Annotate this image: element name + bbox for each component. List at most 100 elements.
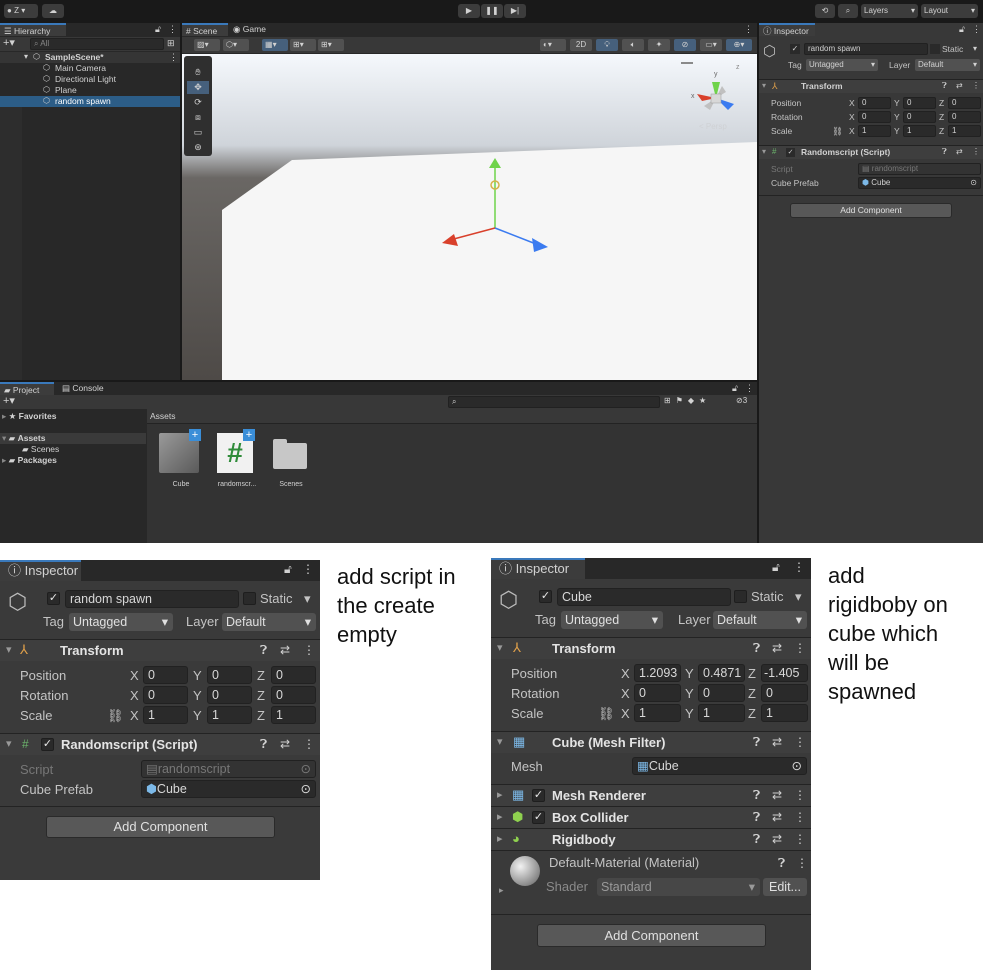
script-enabled-checkbox[interactable]: ✓ <box>786 148 795 157</box>
kebab-menu-icon[interactable]: ⋮ <box>744 24 753 35</box>
presets-icon[interactable]: ⇄ <box>772 788 782 802</box>
kebab-menu-icon[interactable]: ⋮ <box>794 788 806 802</box>
constrain-proportions-icon[interactable]: ⛓︎ <box>107 708 124 724</box>
kebab-menu-icon[interactable]: ⋮ <box>303 737 315 751</box>
hand-tool-icon[interactable]: ✋︎ <box>187 66 209 79</box>
scale-y-input[interactable]: 1 <box>903 125 936 137</box>
kebab-menu-icon[interactable]: ⋮ <box>302 562 314 576</box>
pivot-dropdown[interactable]: ⬡▾ <box>223 39 249 51</box>
gizmos-dropdown[interactable]: ⊕▾ <box>726 39 752 51</box>
toggle-2d-button[interactable]: 2D <box>570 39 592 51</box>
projection-label[interactable]: < Persp <box>699 122 727 131</box>
layer-dropdown[interactable]: Default ▾ <box>713 611 807 629</box>
scene-viewport[interactable]: y x z < Persp ✋︎ ✥ ⟳ ⧈ ▭ ⊛ <box>182 54 757 380</box>
edit-shader-button[interactable]: Edit... <box>763 878 807 896</box>
rotation-z-input[interactable]: 0 <box>948 111 981 123</box>
mesh-renderer-enabled-checkbox[interactable]: ✓ <box>532 789 545 802</box>
transform-header[interactable]: ▾ ⅄ Transform ❓︎ ⇄ ⋮ <box>0 639 320 661</box>
cube-prefab-field[interactable]: ⬢ Cube ⊙ <box>858 177 981 189</box>
presets-icon[interactable]: ⇄ <box>280 737 290 751</box>
collapsed-arrow-icon[interactable]: ▸ <box>499 885 504 896</box>
asset-item-randomscript[interactable]: # + randomscr... <box>213 429 261 493</box>
active-checkbox[interactable]: ✓ <box>790 44 800 54</box>
effects-dropdown[interactable]: ✦ <box>648 39 670 51</box>
position-z-input[interactable]: 0 <box>948 97 981 109</box>
tab-inspector[interactable]: ⓘ Inspector <box>491 558 585 579</box>
help-icon[interactable]: ❓︎ <box>260 643 267 658</box>
kebab-menu-icon[interactable]: ⋮ <box>972 81 980 90</box>
chevron-down-icon[interactable]: ▾ <box>795 589 802 605</box>
script-component-header[interactable]: ▾ # ✓ Randomscript (Script) ❓︎ ⇄ ⋮ <box>759 145 983 159</box>
transform-header[interactable]: ▾ ⅄ Transform ❓︎ ⇄ ⋮ <box>491 637 811 659</box>
active-checkbox[interactable]: ✓ <box>539 590 552 603</box>
scale-y-input[interactable]: 1 <box>207 706 252 724</box>
object-name-input[interactable]: random spawn <box>804 43 928 55</box>
position-z-input[interactable]: 0 <box>271 666 316 684</box>
lock-icon[interactable]: 🔓︎ <box>155 24 161 35</box>
add-component-button[interactable]: Add Component <box>537 924 766 947</box>
scale-z-input[interactable]: 1 <box>761 704 808 722</box>
scene-row[interactable]: ▾ ⬡ SampleScene* ⋮ <box>0 52 180 63</box>
scale-tool-icon[interactable]: ⧈ <box>187 111 209 124</box>
tag-dropdown[interactable]: Untagged ▾ <box>69 613 173 631</box>
presets-icon[interactable]: ⇄ <box>772 810 782 824</box>
hidden-packages-toggle[interactable]: ⊘3 <box>736 396 747 405</box>
kebab-menu-icon[interactable]: ⋮ <box>796 856 808 870</box>
kebab-menu-icon[interactable]: ⋮ <box>793 560 805 574</box>
add-component-button[interactable]: Add Component <box>46 816 275 838</box>
rotation-y-input[interactable]: 0 <box>698 684 745 702</box>
search-button[interactable]: ⌕ <box>838 4 858 18</box>
rotate-tool-icon[interactable]: ⟳ <box>187 96 209 109</box>
position-y-input[interactable]: 0 <box>207 666 252 684</box>
presets-icon[interactable]: ⇄ <box>772 832 782 846</box>
presets-icon[interactable]: ⇄ <box>956 81 963 90</box>
layout-dropdown[interactable]: Layout ▾ <box>921 4 978 18</box>
tree-item-favorites[interactable]: ▸ ★ Favorites <box>2 411 56 422</box>
layer-dropdown[interactable]: Default ▾ <box>915 59 980 71</box>
kebab-menu-icon[interactable]: ⋮ <box>794 641 806 655</box>
gizmo-menu-icon[interactable] <box>681 62 693 64</box>
constrain-proportions-icon[interactable]: ⛓︎ <box>832 126 843 137</box>
kebab-menu-icon[interactable]: ⋮ <box>794 735 806 749</box>
scale-x-input[interactable]: 1 <box>143 706 188 724</box>
tree-item-assets[interactable]: ▾ ▰ Assets <box>0 433 146 444</box>
help-icon[interactable]: ❓︎ <box>942 81 947 91</box>
tab-console[interactable]: ▤ Console <box>58 382 114 395</box>
camera-dropdown[interactable]: ▭▾ <box>700 39 722 51</box>
rotation-y-input[interactable]: 0 <box>903 111 936 123</box>
filter-icons[interactable]: ⊞⚑◆★ <box>664 396 711 405</box>
presets-icon[interactable]: ⇄ <box>280 643 290 657</box>
asset-item-cube[interactable]: + Cube <box>159 429 203 493</box>
tab-hierarchy[interactable]: ☰ Hierarchy <box>0 23 66 36</box>
object-name-input[interactable]: Cube <box>557 588 731 606</box>
snap-increment-dropdown[interactable]: ⊞▾ <box>290 39 316 51</box>
lighting-toggle[interactable]: 💡︎ <box>596 39 618 51</box>
rotation-x-input[interactable]: 0 <box>858 111 891 123</box>
pause-button[interactable]: ❚❚ <box>481 4 503 18</box>
tab-inspector[interactable]: ⓘ Inspector <box>0 560 81 581</box>
tag-dropdown[interactable]: Untagged ▾ <box>806 59 878 71</box>
help-icon[interactable]: ❓︎ <box>260 737 267 752</box>
scale-x-input[interactable]: 1 <box>634 704 681 722</box>
rotation-z-input[interactable]: 0 <box>271 686 316 704</box>
kebab-menu-icon[interactable]: ⋮ <box>972 147 980 156</box>
step-button[interactable]: ▶| <box>504 4 526 18</box>
box-collider-enabled-checkbox[interactable]: ✓ <box>532 811 545 824</box>
cube-prefab-field[interactable]: ⬢Cube ⊙ <box>141 780 316 798</box>
mesh-renderer-header[interactable]: ▸ ▦ ✓ Mesh Renderer ❓︎ ⇄ ⋮ <box>491 784 811 806</box>
hierarchy-item-main-camera[interactable]: ⬡ Main Camera <box>0 63 180 74</box>
tab-game[interactable]: ◉ Game <box>229 23 279 36</box>
hierarchy-item-directional-light[interactable]: ⬡ Directional Light <box>0 74 180 85</box>
project-search-input[interactable]: ⌕ <box>448 396 660 408</box>
lock-icon[interactable]: 🔓︎ <box>772 560 780 575</box>
tab-inspector[interactable]: ⓘ Inspector <box>759 23 815 36</box>
object-picker-icon[interactable]: ⊙ <box>301 781 311 797</box>
history-button[interactable]: ⟲ <box>815 4 835 18</box>
rotation-x-input[interactable]: 0 <box>143 686 188 704</box>
add-component-button[interactable]: Add Component <box>790 203 952 218</box>
lock-icon[interactable]: 🔓︎ <box>284 562 292 577</box>
presets-icon[interactable]: ⇄ <box>772 641 782 655</box>
tab-project[interactable]: ▰ Project <box>0 382 54 395</box>
scale-x-input[interactable]: 1 <box>858 125 891 137</box>
shader-dropdown[interactable]: Standard ▾ <box>597 878 760 896</box>
